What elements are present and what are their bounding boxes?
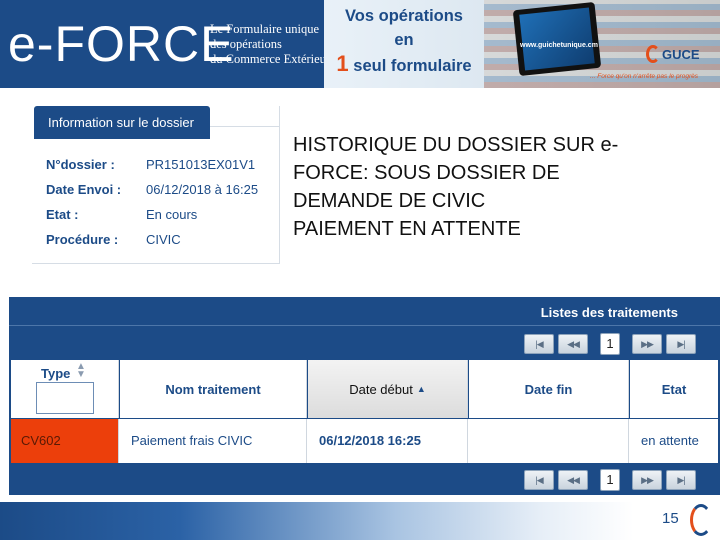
table-row[interactable]: CV602 Paiement frais CIVIC 06/12/2018 16… <box>11 419 718 463</box>
dossier-info-panel: Information sur le dossier N°dossier : P… <box>32 106 280 264</box>
column-label-nom: Nom traitement <box>165 381 261 397</box>
cell-etat: en attente <box>641 433 699 448</box>
tagline-line-1: Le Formulaire unique <box>210 22 319 36</box>
cell-type: CV602 <box>11 419 119 463</box>
prev-page-button[interactable]: ◀◀ <box>558 334 588 354</box>
pager-top: |◀ ◀◀ 1 ▶▶ ▶| <box>524 333 696 355</box>
prev-page-button[interactable]: ◀◀ <box>558 470 588 490</box>
column-header-date-debut[interactable]: Date début ▲ <box>308 360 468 418</box>
pager-bottom: |◀ ◀◀ 1 ▶▶ ▶| <box>524 469 696 491</box>
promo-line-1: Vos opérations <box>345 7 463 25</box>
brand-tagline: Le Formulaire unique des opérations du C… <box>210 22 330 67</box>
info-label: Procédure : <box>46 232 119 247</box>
info-label: Etat : <box>46 207 79 222</box>
info-label: N°dossier : <box>46 157 115 172</box>
info-value: 06/12/2018 à 16:25 <box>146 182 259 197</box>
promo-line-3: 1 seul formulaire <box>324 52 484 78</box>
column-label-etat: Etat <box>661 381 687 397</box>
column-header-type[interactable]: Type ▲ ▼ <box>11 360 119 418</box>
promo-number: 1 <box>336 51 349 76</box>
cell-nom-traitement: Paiement frais CIVIC <box>120 419 307 463</box>
info-label: Date Envoi : <box>46 182 122 197</box>
page-number-box[interactable]: 1 <box>600 333 620 355</box>
footer-band <box>0 502 720 540</box>
column-header-etat[interactable]: Etat <box>630 360 718 418</box>
guce-logo: GUCE <box>646 42 700 66</box>
divider <box>210 126 280 127</box>
column-header-nom-traitement[interactable]: Nom traitement <box>120 360 307 418</box>
first-page-button[interactable]: |◀ <box>524 470 554 490</box>
heading-line-2: FORCE: SOUS DOSSIER DE <box>293 162 560 184</box>
next-page-button[interactable]: ▶▶ <box>632 334 662 354</box>
tablet-image <box>512 1 602 77</box>
cell-date-debut: 06/12/2018 16:25 <box>308 419 468 463</box>
divider <box>9 325 720 326</box>
type-filter-input[interactable] <box>36 382 94 414</box>
treatments-title: Listes des traitements <box>540 305 678 320</box>
sort-toggle-icon[interactable]: ▲ ▼ <box>76 362 86 380</box>
info-value: PR151013EX01V1 <box>146 157 256 172</box>
guce-motto: ... Force qu'on n'arrête pas le progrès <box>590 73 698 80</box>
sort-ascending-icon: ▲ <box>416 384 426 394</box>
promo-line-3-text: seul formulaire <box>353 57 472 75</box>
tagline-line-2: des opérations <box>210 37 282 51</box>
brand-logo: e-FORCE <box>8 16 235 72</box>
page-number-box[interactable]: 1 <box>600 469 620 491</box>
guce-swirl-icon <box>690 504 712 536</box>
first-page-button[interactable]: |◀ <box>524 334 554 354</box>
column-label-date-debut: Date début <box>349 381 413 397</box>
promo-text: Vos opérations en 1 seul formulaire <box>324 4 484 78</box>
next-page-button[interactable]: ▶▶ <box>632 470 662 490</box>
dossier-info-tab[interactable]: Information sur le dossier <box>34 106 210 139</box>
slide-page-number: 15 <box>662 510 679 527</box>
column-header-date-fin[interactable]: Date fin <box>469 360 629 418</box>
header-banner: e-FORCE Le Formulaire unique des opérati… <box>0 0 720 88</box>
heading-line-4: PAIEMENT EN ATTENTE <box>293 218 521 240</box>
last-page-button[interactable]: ▶| <box>666 470 696 490</box>
promo-line-2: en <box>394 31 414 49</box>
guce-label: GUCE <box>662 46 700 62</box>
last-page-button[interactable]: ▶| <box>666 334 696 354</box>
cell-date-fin <box>469 419 629 463</box>
tagline-line-3: du Commerce Extérieur <box>210 52 331 66</box>
site-url: www.guichetunique.cm <box>520 42 598 49</box>
info-value: En cours <box>146 207 198 222</box>
column-label-date-fin: Date fin <box>524 381 573 397</box>
info-value: CIVIC <box>146 232 181 247</box>
heading-line-1: HISTORIQUE DU DOSSIER SUR e- <box>293 134 619 156</box>
heading-line-3: DEMANDE DE CIVIC <box>293 190 486 212</box>
slide-heading: HISTORIQUE DU DOSSIER SUR e- FORCE: SOUS… <box>293 131 703 243</box>
guce-swirl-icon <box>646 45 660 63</box>
column-label-type: Type <box>41 366 71 381</box>
